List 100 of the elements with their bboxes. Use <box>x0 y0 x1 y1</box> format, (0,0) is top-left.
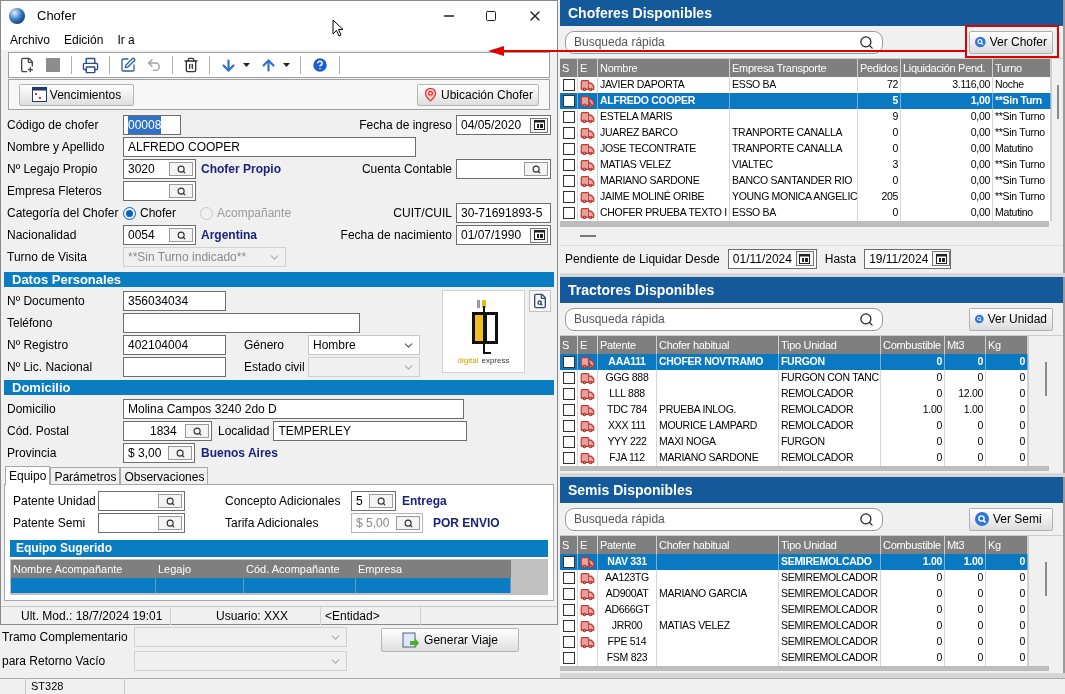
generate-trip-button[interactable]: Generar Viaje <box>381 628 519 652</box>
radio-option[interactable]: Chofer <box>123 204 200 222</box>
table-cell: 1.00 <box>963 554 983 570</box>
table-cell: JUAREZ BARCO <box>600 125 678 141</box>
table-cell: TDC 784 <box>607 402 647 418</box>
table-cell: 0 <box>1019 418 1025 434</box>
table-row[interactable]: AD666GT SEMIREMOLCADOR 0 0 0 <box>560 602 1028 618</box>
tab[interactable]: Equipo <box>5 466 51 485</box>
action-button[interactable]: Ubicación Chofer <box>417 83 539 106</box>
search-field[interactable]: Busqueda rápida <box>565 30 883 54</box>
field-note: Argentina <box>201 227 257 244</box>
menu-item[interactable]: Archivo <box>10 31 50 49</box>
text-field[interactable]: Molina Campos 3240 2do D <box>123 399 464 419</box>
table-row[interactable]: JAIME MOLINÉ ORIBE YOUNG MONICA ANGELIC 205 0,00 **Sin Turno <box>560 189 1051 205</box>
table-row[interactable]: JOSE TECONTRATE TRANPORTE CANALLA 0 0,00 Matutino <box>560 141 1051 157</box>
table-cell: YYY 222 <box>607 434 647 450</box>
table-cell: JOSE TECONTRATE <box>600 141 697 157</box>
table-cell: AA123TG <box>605 570 649 586</box>
field-label: Nº Lic. Nacional <box>7 359 94 376</box>
table-cell: PRUEBA INLOG. <box>659 402 737 418</box>
field-label: Nº Documento <box>7 293 86 310</box>
table-cell: AD900AT <box>605 586 649 602</box>
text-field[interactable]: $ 3,00 <box>123 443 195 463</box>
action-button[interactable]: Vencimientos <box>19 83 134 106</box>
table-cell: MATIAS VELEZ <box>659 618 730 634</box>
text-field[interactable]: 402104004 <box>123 335 226 355</box>
table-row[interactable]: MATIAS VELEZ VIALTEC 3 0,00 **Sin Turno <box>560 157 1051 173</box>
table-row[interactable]: AD900AT MARIANO GARCIA SEMIREMOLCADOR 0 0 0 <box>560 586 1028 602</box>
text-field[interactable]: 00008 <box>123 115 181 135</box>
column-header[interactable]: Cód. Acompañante <box>244 560 356 578</box>
table-cell: 0 <box>977 370 983 386</box>
tab[interactable]: Parámetros <box>50 467 121 484</box>
status-text: <Entidad> <box>321 606 421 625</box>
table-row[interactable]: NAV 331 SEMIREMOLCADO 1.00 1.00 0 <box>560 554 1028 570</box>
table-cell: 0 <box>1019 386 1025 402</box>
table-cell: SEMIREMOLCADOR <box>781 634 878 650</box>
text-field[interactable]: 19/11/2024 <box>864 248 952 269</box>
table-row[interactable]: AA123TG SEMIREMOLCADOR 0 0 0 <box>560 570 1028 586</box>
text-field[interactable]: 30-71691893-5 <box>456 203 551 223</box>
table-row[interactable]: JUAREZ BARCO TRANPORTE CANALLA 0 0,00 **Sin Turno <box>560 125 1051 141</box>
table-cell: 0 <box>1019 450 1025 466</box>
table-row[interactable]: YYY 222 MAXI NOGA FURGON 0 0 0 <box>560 434 1028 450</box>
table-cell: 0 <box>1019 650 1025 666</box>
field-label: Nombre y Apellido <box>7 139 106 156</box>
search-field[interactable]: Busqueda rápida <box>565 307 883 331</box>
text-field[interactable]: 3020 <box>123 159 196 179</box>
table-row[interactable]: ESTELA MARIS 9 0,00 **Sin Turno <box>560 109 1051 125</box>
table-row[interactable]: XXX 111 MOURICE LAMPARD REMOLCADOR 0 0 0 <box>560 418 1028 434</box>
menu-item[interactable]: Ir a <box>117 31 135 49</box>
table-cell: 0 <box>936 650 942 666</box>
table-row[interactable]: ALFREDO COOPER 5 1,00 **Sin Turn <box>560 93 1051 109</box>
view-button[interactable]: Ver Chofer <box>969 30 1053 54</box>
table-row[interactable]: FPE 514 SEMIREMOLCADOR 0 0 0 <box>560 634 1028 650</box>
text-field[interactable]: 0054 <box>123 225 196 245</box>
text-field[interactable]: 356034034 <box>123 291 226 311</box>
view-button[interactable]: Ver Unidad <box>969 307 1053 331</box>
table-cell: BANCO SANTANDER RIO <box>732 173 853 189</box>
column-header[interactable]: Empresa <box>356 560 511 578</box>
field-label: Categoría del Chofer <box>7 205 120 222</box>
dropdown[interactable]: Hombre <box>308 335 420 355</box>
table-row[interactable]: AAA111 CHOFER NOVTRAMO FURGON 0 0 0 <box>560 354 1028 370</box>
table-row[interactable]: FSM 823 SEMIREMOLCADOR 0 0 0 <box>560 650 1028 666</box>
table-cell: 0 <box>1019 370 1025 386</box>
table-cell: SEMIREMOLCADO <box>781 554 872 570</box>
table-row[interactable]: FJA 112 MARIANO SARDONE REMOLCADOR 0 0 0 <box>560 450 1028 466</box>
table-cell: FURGON <box>781 354 825 370</box>
text-field[interactable]: 01/11/2024 <box>727 248 817 269</box>
table-cell: 3 <box>892 157 898 173</box>
menu-item[interactable]: Edición <box>64 31 104 49</box>
text-field[interactable]: 1834 <box>123 421 212 441</box>
table-row[interactable]: LLL 888 REMOLCADOR 0 12.00 0 <box>560 386 1028 402</box>
view-button[interactable]: Ver Semi <box>969 507 1053 531</box>
search-field[interactable]: Busqueda rápida <box>565 507 883 531</box>
text-field[interactable]: ALFREDO COOPER <box>123 137 416 157</box>
table-row[interactable]: TDC 784 PRUEBA INLOG. REMOLCADOR 1.00 1.00 0 <box>560 402 1028 418</box>
field-note: POR ENVIO <box>433 515 500 532</box>
table-row[interactable]: JAVIER DAPORTA ESSO BA 72 3.116,00 Noche <box>560 77 1051 93</box>
text-field[interactable]: 01/07/1990 <box>456 225 551 245</box>
field-label: Turno de Visita <box>7 249 89 266</box>
table-cell: 0 <box>936 570 942 586</box>
text-field[interactable]: 5 <box>351 491 396 511</box>
table-cell: SEMIREMOLCADOR <box>781 618 878 634</box>
table-cell: AD666GT <box>604 602 650 618</box>
table-row[interactable]: CHOFER PRUEBA TEXTO I ESSO BA 0 0,00 Matutino <box>560 205 1051 221</box>
table-cell: **Sin Turno <box>995 157 1045 173</box>
text-field[interactable]: TEMPERLEY <box>273 421 468 441</box>
table-row[interactable]: JRR00 MATIAS VELEZ SEMIREMOLCADOR 0 0 0 <box>560 618 1028 634</box>
table-row[interactable]: GGG 888 FURGON CON TANC 0 0 0 <box>560 370 1028 386</box>
text-field[interactable]: 04/05/2020 <box>456 115 551 135</box>
table-cell: 205 <box>881 189 898 205</box>
table-cell: 0 <box>936 386 942 402</box>
field-note: Chofer Propio <box>201 161 281 178</box>
field-label: Tramo Complementario <box>2 629 129 646</box>
table-row[interactable]: MARIANO SARDONE BANCO SANTANDER RIO 0 0,00 **Sin Turno <box>560 173 1051 189</box>
table-cell: 0 <box>1019 402 1025 418</box>
tab[interactable]: Observaciones <box>120 467 209 484</box>
table-cell: ALFREDO COOPER <box>600 93 695 109</box>
column-header[interactable]: Nombre Acompañante <box>11 560 156 578</box>
table-cell: 0,00 <box>970 205 990 221</box>
column-header[interactable]: Legajo <box>156 560 244 578</box>
